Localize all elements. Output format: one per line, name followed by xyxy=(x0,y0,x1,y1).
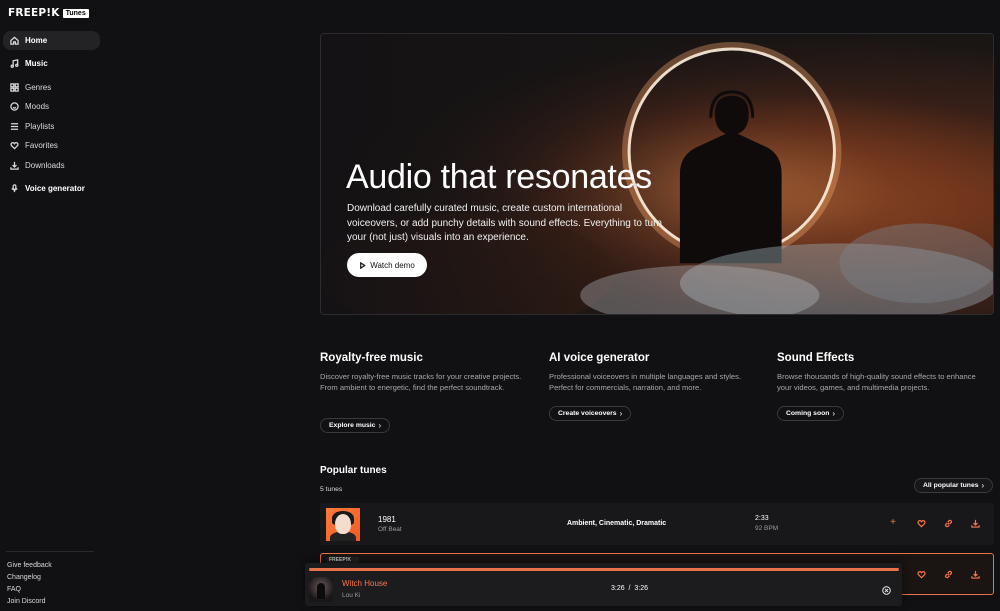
close-circle-icon xyxy=(882,586,891,595)
track-row[interactable]: 1981 Off Beat Ambient, Cinematic, Dramat… xyxy=(320,503,994,545)
faq-link[interactable]: FAQ xyxy=(7,584,52,596)
music-note-icon xyxy=(10,59,19,69)
chevron-right-icon: › xyxy=(378,421,382,430)
sidebar-item-downloads[interactable]: Downloads xyxy=(3,156,100,176)
list-icon xyxy=(10,122,19,130)
microphone-icon xyxy=(11,184,18,193)
audio-player: Witch House Lou Ki 3:26 / 3:26 xyxy=(305,563,902,606)
chevron-right-icon: › xyxy=(981,481,985,490)
elapsed-time: 3:26 xyxy=(611,585,625,592)
feature-description: Discover royalty-free music tracks for y… xyxy=(320,372,522,392)
favorite-button[interactable] xyxy=(916,570,926,580)
sidebar-item-voice-generator[interactable]: Voice generator xyxy=(3,179,100,199)
explore-music-button[interactable]: Explore music › xyxy=(320,418,391,433)
chevron-right-icon: › xyxy=(832,409,836,418)
sidebar-item-label: Music xyxy=(25,59,48,69)
sidebar-item-label: Voice generator xyxy=(25,184,85,194)
home-icon xyxy=(10,36,19,45)
track-artist[interactable]: Off Beat xyxy=(378,526,402,533)
sidebar-item-playlists[interactable]: Playlists xyxy=(3,117,100,137)
hero-description: Download carefully curated music, create… xyxy=(347,203,662,244)
give-feedback-link[interactable]: Give feedback xyxy=(7,560,52,572)
download-button[interactable] xyxy=(970,519,980,529)
explore-music-label: Explore music xyxy=(329,422,376,429)
player-track-title[interactable]: Witch House xyxy=(342,579,387,588)
track-tags: Ambient, Cinematic, Dramatic xyxy=(567,520,667,527)
feature-ai-voice-generator: AI voice generator Professional voiceove… xyxy=(549,352,761,393)
close-player-button[interactable] xyxy=(882,582,891,595)
hero-banner: Audio that resonates Download carefully … xyxy=(320,33,994,315)
coming-soon-label: Coming soon xyxy=(786,410,830,417)
sidebar-item-moods[interactable]: Moods xyxy=(3,97,100,117)
create-voiceovers-button[interactable]: Create voiceovers › xyxy=(549,406,632,421)
track-cover[interactable] xyxy=(326,508,360,541)
feature-sound-effects: Sound Effects Browse thousands of high-q… xyxy=(777,352,989,393)
sidebar-item-label: Genres xyxy=(25,82,52,92)
track-bpm: 92 BPM xyxy=(755,525,779,532)
time-separator: / xyxy=(628,585,631,592)
sidebar-item-home[interactable]: Home xyxy=(3,31,100,50)
watch-demo-button[interactable]: Watch demo xyxy=(347,253,427,277)
chevron-right-icon: › xyxy=(619,409,623,418)
feature-title: AI voice generator xyxy=(549,352,650,364)
tunes-count: 5 tunes xyxy=(320,486,343,493)
changelog-link[interactable]: Changelog xyxy=(7,572,52,584)
track-title[interactable]: 1981 xyxy=(378,515,396,524)
sidebar-item-genres[interactable]: Genres xyxy=(3,78,100,98)
link-icon xyxy=(944,519,952,528)
play-icon xyxy=(360,261,366,269)
all-popular-tunes-label: All popular tunes xyxy=(923,482,979,489)
sidebar-item-label: Downloads xyxy=(25,160,65,170)
total-time: 3:26 xyxy=(634,585,648,592)
feature-royalty-free-music: Royalty-free music Discover royalty-free… xyxy=(320,352,532,393)
add-icon[interactable]: + xyxy=(888,518,898,528)
sidebar-item-label: Home xyxy=(25,36,48,45)
hero-title: Audio that resonates xyxy=(346,158,652,196)
sidebar-item-label: Favorites xyxy=(25,141,58,151)
sidebar-item-music[interactable]: Music xyxy=(3,54,100,74)
download-button[interactable] xyxy=(970,570,980,580)
logo-badge: Tunes xyxy=(62,8,89,18)
sidebar-item-favorites[interactable]: Favorites xyxy=(3,136,100,156)
player-track-artist[interactable]: Lou Ki xyxy=(342,592,360,599)
sidebar-footer-links: Give feedback Changelog FAQ Join Discord xyxy=(7,560,52,608)
feature-title: Sound Effects xyxy=(777,352,855,364)
all-popular-tunes-button[interactable]: All popular tunes › xyxy=(914,478,994,493)
popular-tunes-title: Popular tunes xyxy=(320,465,387,476)
download-icon xyxy=(970,570,980,579)
smiley-icon xyxy=(10,102,19,111)
favorite-button[interactable] xyxy=(916,519,926,529)
create-voiceovers-label: Create voiceovers xyxy=(558,410,617,417)
sidebar: FREEP!K Tunes Home Music Genres Moods Pl… xyxy=(0,0,103,611)
sidebar-divider xyxy=(6,551,94,552)
player-time: 3:26 / 3:26 xyxy=(611,585,648,592)
heart-icon xyxy=(10,142,19,150)
feature-description: Professional voiceovers in multiple lang… xyxy=(549,372,742,392)
download-icon xyxy=(10,161,19,170)
link-icon xyxy=(944,570,952,579)
copy-link-button[interactable] xyxy=(943,570,953,580)
download-icon xyxy=(970,519,980,528)
sidebar-nav: Home Music Genres Moods Playlists Favori… xyxy=(3,31,100,199)
feature-title: Royalty-free music xyxy=(320,352,423,364)
logo-wordmark: FREEP!K xyxy=(8,7,60,19)
feature-description: Browse thousands of high-quality sound e… xyxy=(777,372,976,392)
watch-demo-label: Watch demo xyxy=(370,260,415,270)
freepik-tunes-logo[interactable]: FREEP!K Tunes xyxy=(8,7,89,19)
playback-progress-bar[interactable] xyxy=(309,568,899,571)
grid-icon xyxy=(10,83,19,92)
player-cover xyxy=(309,577,333,602)
copy-link-button[interactable] xyxy=(943,519,953,529)
join-discord-link[interactable]: Join Discord xyxy=(7,596,52,608)
track-duration: 2:33 xyxy=(755,515,769,522)
sidebar-item-label: Playlists xyxy=(25,121,55,131)
sidebar-item-label: Moods xyxy=(25,102,50,112)
heart-icon xyxy=(916,520,926,528)
coming-soon-button[interactable]: Coming soon › xyxy=(777,406,845,421)
heart-icon xyxy=(916,571,926,579)
